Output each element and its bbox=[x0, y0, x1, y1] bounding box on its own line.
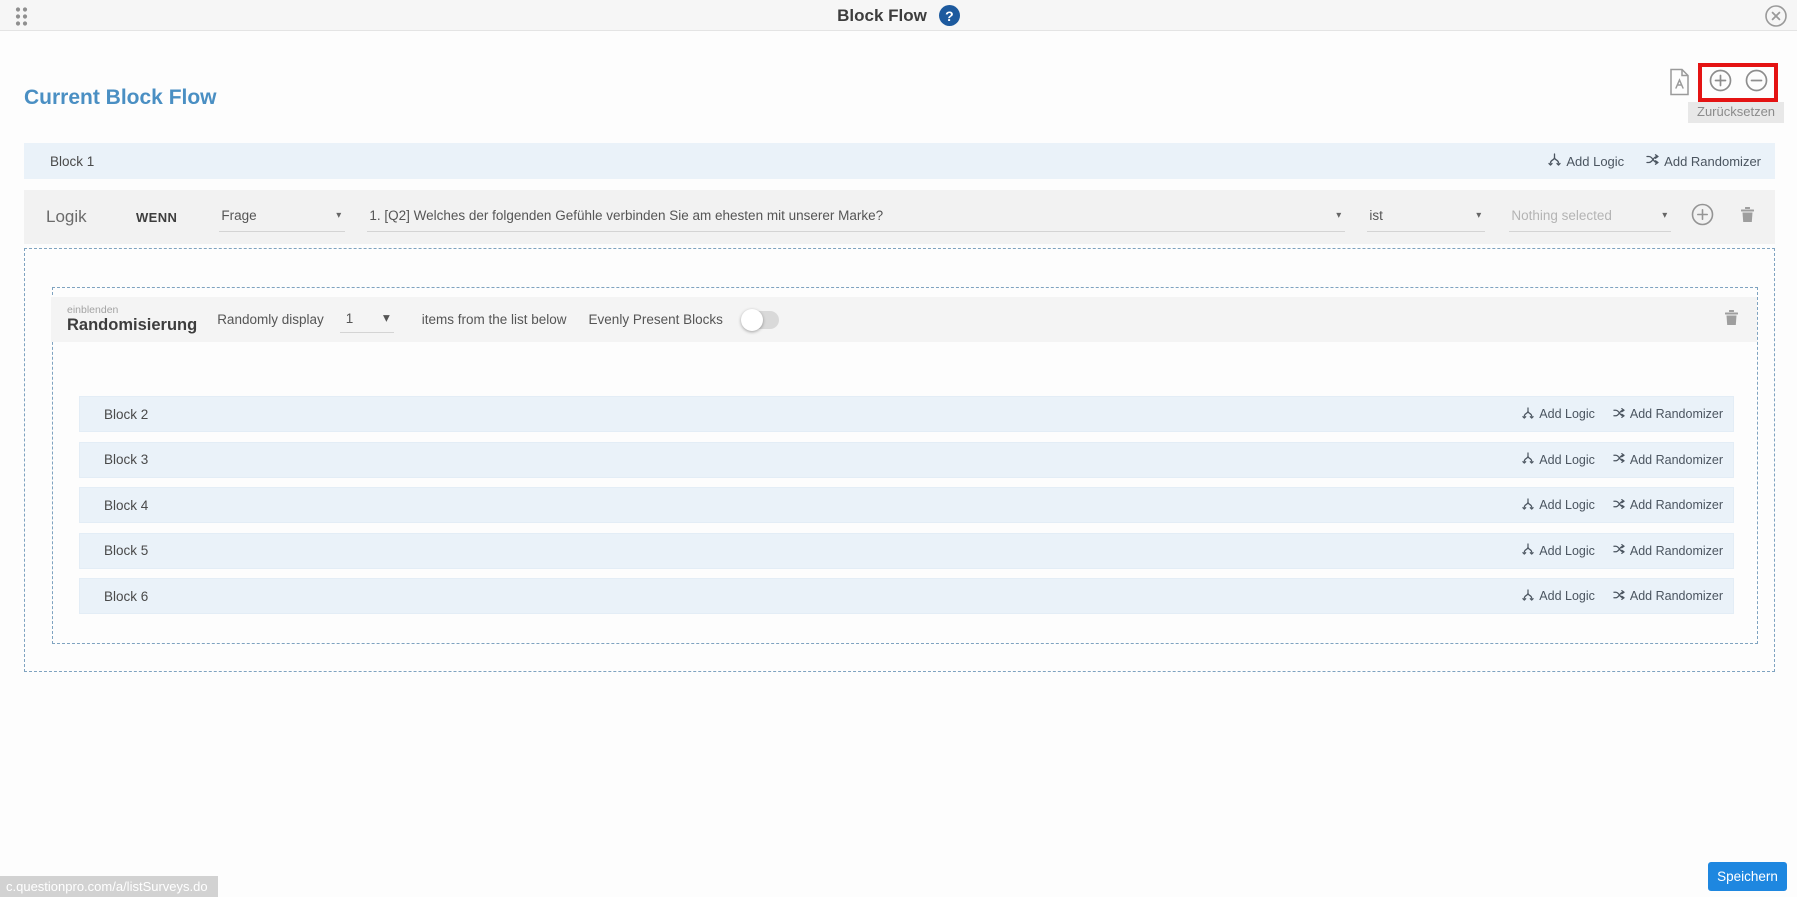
block-label: Block 1 bbox=[50, 153, 95, 169]
dialog-titlebar: Block Flow ? bbox=[0, 0, 1797, 31]
block-flow-dialog: Block Flow ? Current Block Flow Zurückse… bbox=[0, 0, 1797, 897]
add-randomizer-button[interactable]: Add Randomizer bbox=[1613, 589, 1723, 604]
save-button[interactable]: Speichern bbox=[1708, 862, 1787, 891]
help-icon[interactable]: ? bbox=[938, 5, 960, 26]
branch-icon bbox=[1522, 543, 1534, 558]
delete-logic-icon[interactable] bbox=[1740, 206, 1755, 228]
add-condition-icon[interactable] bbox=[1691, 203, 1714, 231]
add-randomizer-button[interactable]: Add Randomizer bbox=[1613, 498, 1723, 513]
pdf-export-icon[interactable] bbox=[1668, 68, 1691, 101]
add-randomizer-button[interactable]: Add Randomizer bbox=[1613, 407, 1723, 422]
block-row-4[interactable]: Block 4 Add Logic Add Randomizer bbox=[79, 487, 1734, 523]
logic-target-container: einblenden Randomisierung Randomly displ… bbox=[24, 248, 1775, 672]
chevron-down-icon: ▾ bbox=[1662, 210, 1668, 221]
shuffle-icon bbox=[1613, 589, 1625, 604]
branch-icon bbox=[1522, 588, 1534, 604]
add-randomizer-button[interactable]: Add Randomizer bbox=[1613, 452, 1723, 467]
reset-tooltip: Zurücksetzen bbox=[1688, 102, 1785, 123]
dialog-title: Block Flow bbox=[837, 5, 927, 25]
randomizer-overline: einblenden bbox=[67, 303, 119, 316]
add-logic-button[interactable]: Add Logic bbox=[1548, 153, 1624, 169]
add-randomizer-button[interactable]: Add Randomizer bbox=[1613, 543, 1723, 558]
randomizer-header: einblenden Randomisierung Randomly displ… bbox=[51, 297, 1757, 342]
chevron-down-icon: ▾ bbox=[1476, 210, 1482, 221]
shuffle-icon bbox=[1613, 543, 1625, 558]
close-icon[interactable] bbox=[1764, 4, 1788, 33]
zoom-out-icon[interactable] bbox=[1745, 69, 1768, 97]
block-row-1[interactable]: Block 1 Add Logic Add Randomizer bbox=[24, 143, 1775, 179]
randomized-blocks-list: Block 2 Add Logic Add Randomizer Block 3… bbox=[79, 396, 1734, 624]
shuffle-icon bbox=[1613, 452, 1625, 467]
logic-operator-select[interactable]: ist ▾ bbox=[1367, 202, 1486, 232]
zoom-in-icon[interactable] bbox=[1709, 69, 1732, 97]
toggle-knob bbox=[740, 308, 763, 331]
add-logic-button[interactable]: Add Logic bbox=[1522, 406, 1595, 422]
block-label: Block 6 bbox=[104, 588, 149, 604]
logic-row: Logik WENN Frage ▾ 1. [Q2] Welches der fo… bbox=[24, 190, 1775, 244]
randomizer-container: einblenden Randomisierung Randomly displ… bbox=[51, 287, 1758, 644]
branch-icon bbox=[1522, 497, 1534, 513]
block-row-5[interactable]: Block 5 Add Logic Add Randomizer bbox=[79, 532, 1734, 569]
logic-label: Logik bbox=[46, 207, 87, 226]
logic-question-select[interactable]: 1. [Q2] Welches der folgenden Gefühle ve… bbox=[367, 202, 1346, 232]
logic-value-select[interactable]: Nothing selected ▾ bbox=[1509, 202, 1672, 232]
chevron-down-icon: ▾ bbox=[382, 310, 390, 325]
block-label: Block 5 bbox=[104, 543, 149, 558]
add-logic-button[interactable]: Add Logic bbox=[1522, 497, 1595, 513]
block-label: Block 4 bbox=[104, 497, 149, 513]
shuffle-icon bbox=[1646, 153, 1659, 169]
branch-icon bbox=[1522, 406, 1534, 422]
add-logic-button[interactable]: Add Logic bbox=[1522, 588, 1595, 604]
block-label: Block 3 bbox=[104, 452, 149, 467]
shuffle-icon bbox=[1613, 498, 1625, 513]
evenly-present-toggle[interactable] bbox=[740, 308, 779, 331]
page-title: Current Block Flow bbox=[24, 86, 217, 109]
chevron-down-icon: ▾ bbox=[336, 210, 342, 221]
randomizer-title: Randomisierung bbox=[67, 316, 198, 335]
block-row-6[interactable]: Block 6 Add Logic Add Randomizer bbox=[79, 578, 1734, 614]
highlight-annotation bbox=[1698, 63, 1778, 102]
condition-keyword: WENN bbox=[136, 209, 178, 225]
shuffle-icon bbox=[1613, 407, 1625, 422]
delete-randomizer-icon[interactable] bbox=[1724, 309, 1739, 331]
evenly-present-label: Evenly Present Blocks bbox=[588, 312, 723, 327]
branch-icon bbox=[1548, 153, 1561, 169]
items-from-list-label: items from the list below bbox=[421, 312, 567, 327]
logic-type-select[interactable]: Frage ▾ bbox=[219, 202, 346, 232]
add-randomizer-button[interactable]: Add Randomizer bbox=[1646, 153, 1761, 169]
browser-status-url: c.questionpro.com/a/listSurveys.do bbox=[0, 876, 218, 897]
randomizer-count-select[interactable]: 1 ▾ bbox=[339, 307, 394, 333]
block-row-2[interactable]: Block 2 Add Logic Add Randomizer bbox=[79, 396, 1734, 432]
add-logic-button[interactable]: Add Logic bbox=[1522, 452, 1595, 467]
block-label: Block 2 bbox=[104, 406, 149, 422]
branch-icon bbox=[1522, 452, 1534, 467]
chevron-down-icon: ▾ bbox=[1336, 210, 1342, 221]
randomly-display-label: Randomly display bbox=[217, 312, 324, 327]
add-logic-button[interactable]: Add Logic bbox=[1522, 543, 1595, 558]
block-row-3[interactable]: Block 3 Add Logic Add Randomizer bbox=[79, 441, 1734, 478]
